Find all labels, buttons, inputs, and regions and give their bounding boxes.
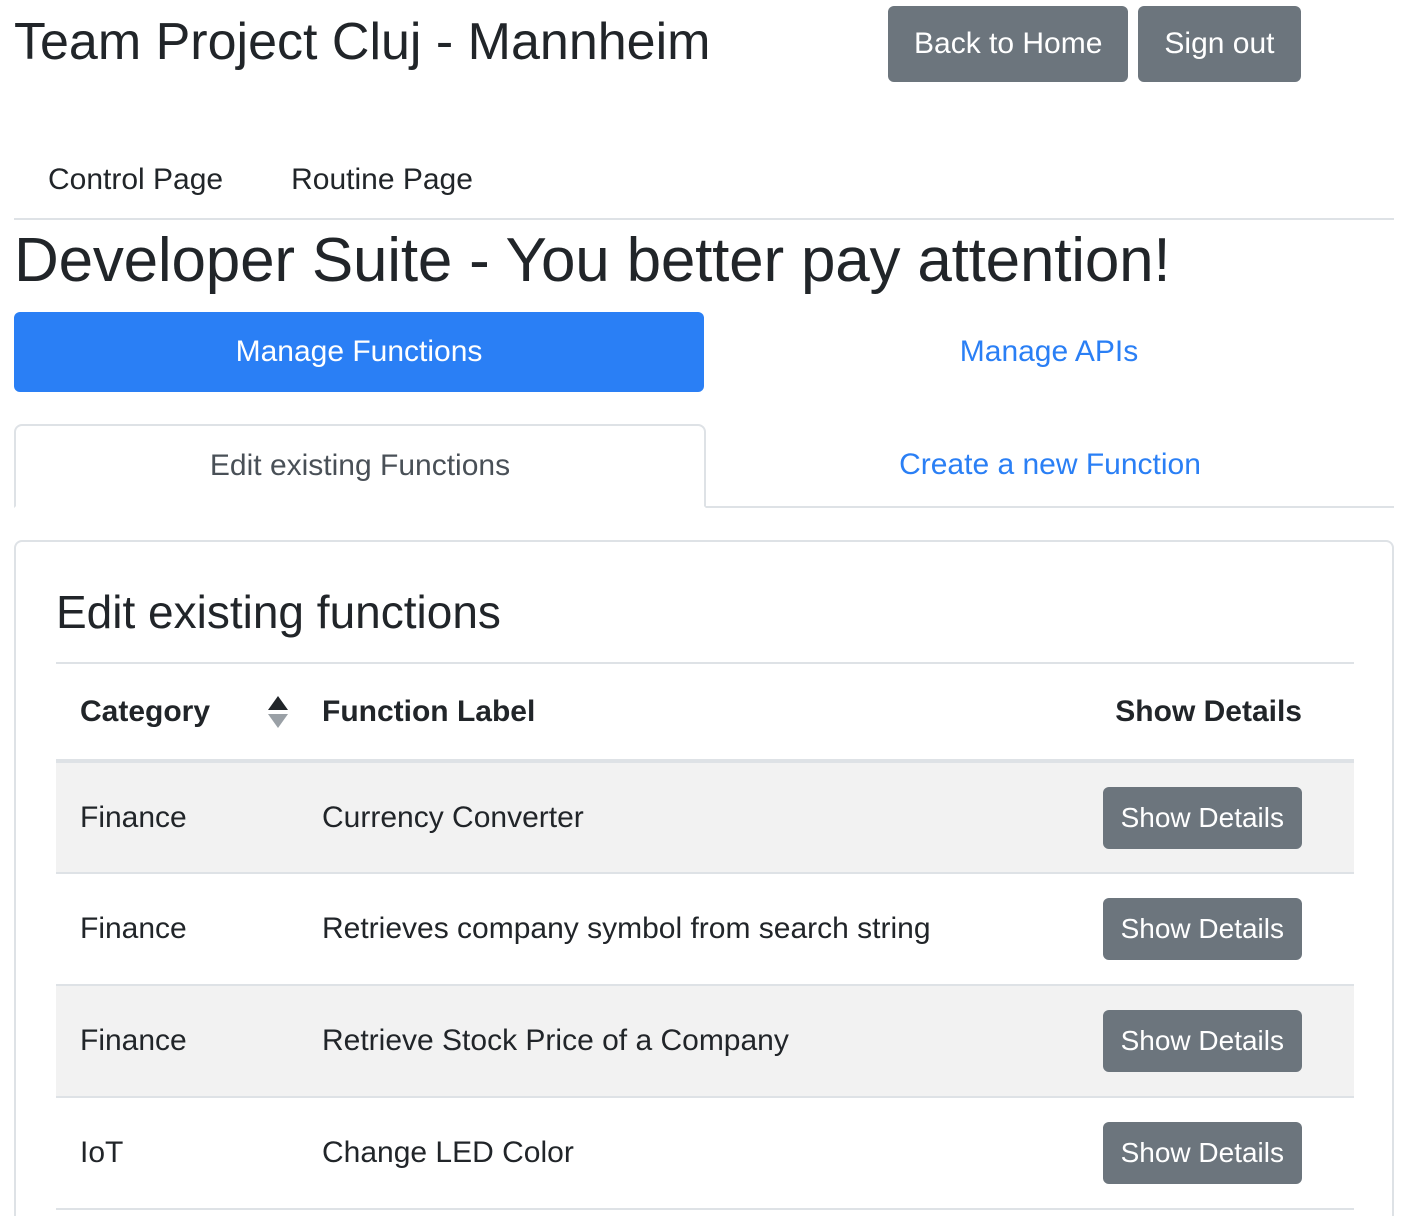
tab-edit-existing-functions[interactable]: Edit existing Functions (14, 424, 706, 508)
cell-category: IoT (56, 1097, 298, 1210)
column-header-category[interactable]: Category (56, 662, 298, 763)
pill-manage-apis[interactable]: Manage APIs (704, 312, 1394, 392)
cell-show-details: Show Details (1041, 985, 1354, 1098)
cell-function-label: Retrieve Stock Price of a Company (298, 985, 1042, 1098)
section-pills: Manage Functions Manage APIs (14, 312, 1394, 392)
sort-icon[interactable] (266, 696, 290, 730)
sort-ascending-arrow-icon (268, 696, 288, 710)
sort-descending-arrow-icon (268, 714, 288, 728)
show-details-button[interactable]: Show Details (1102, 898, 1302, 960)
app-title: Team Project Cluj - Mannheim (14, 13, 711, 71)
cell-function-label: Retrieves company symbol from search str… (298, 873, 1042, 986)
table-row: Finance Retrieves company symbol from se… (56, 873, 1354, 986)
cell-show-details: Show Details (1041, 761, 1354, 874)
cell-show-details: Show Details (1041, 873, 1354, 986)
cell-function-label: Currency Converter (298, 761, 1042, 874)
back-to-home-button[interactable]: Back to Home (888, 6, 1129, 82)
show-details-button[interactable]: Show Details (1102, 786, 1302, 849)
header-actions: Back to Home Sign out (888, 6, 1301, 82)
top-nav: Control Page Routine Page (14, 146, 1394, 220)
nav-link-control-page[interactable]: Control Page (14, 146, 257, 218)
functions-card: Edit existing functions Category Functio… (14, 540, 1394, 1216)
functions-table: Category Function Label Show Details Fin… (56, 662, 1354, 1210)
functions-table-wrap: Category Function Label Show Details Fin… (56, 662, 1354, 1210)
nav-link-routine-page[interactable]: Routine Page (257, 146, 507, 218)
pill-manage-functions[interactable]: Manage Functions (14, 312, 704, 392)
table-row: Finance Retrieve Stock Price of a Compan… (56, 985, 1354, 1098)
column-header-category-label: Category (80, 694, 211, 728)
column-header-show-details: Show Details (1041, 662, 1354, 763)
show-details-button[interactable]: Show Details (1102, 1122, 1302, 1184)
cell-category: Finance (56, 985, 298, 1098)
sign-out-button[interactable]: Sign out (1138, 6, 1301, 82)
table-row: IoT Change LED Color Show Details (56, 1097, 1354, 1210)
page-title: Developer Suite - You better pay attenti… (14, 226, 1171, 295)
tab-create-new-function[interactable]: Create a new Function (706, 424, 1394, 506)
table-row: Finance Currency Converter Show Details (56, 761, 1354, 874)
table-header-row: Category Function Label Show Details (56, 662, 1354, 763)
table-header: Category Function Label Show Details (56, 662, 1354, 763)
cell-show-details: Show Details (1041, 1097, 1354, 1210)
cell-function-label: Change LED Color (298, 1097, 1042, 1210)
show-details-button[interactable]: Show Details (1102, 1010, 1302, 1072)
cell-category: Finance (56, 873, 298, 986)
table-body: Finance Currency Converter Show Details … (56, 761, 1354, 1210)
cell-category: Finance (56, 761, 298, 874)
function-tabs: Edit existing Functions Create a new Fun… (14, 424, 1394, 508)
card-title: Edit existing functions (56, 586, 501, 638)
column-header-function-label: Function Label (298, 662, 1042, 763)
